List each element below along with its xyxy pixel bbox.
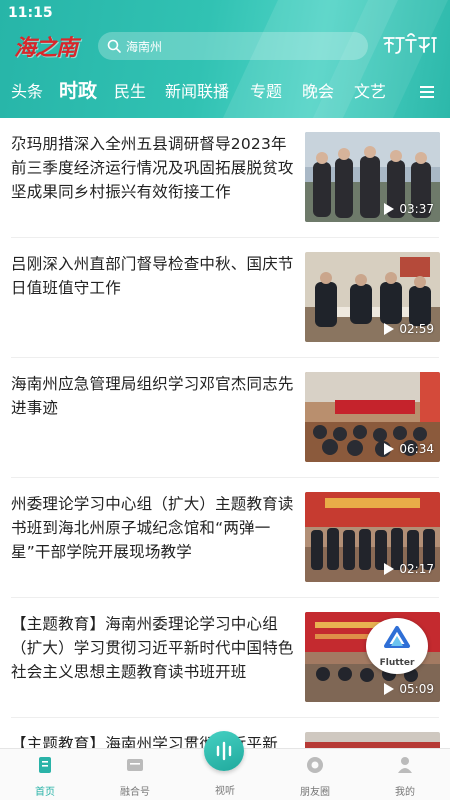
tibetan-language-toggle[interactable]: [382, 30, 438, 58]
friends-icon: [307, 757, 323, 773]
search-bar[interactable]: 海南州: [98, 32, 368, 60]
media-icon: [127, 759, 143, 771]
play-icon: [384, 203, 395, 215]
tab-media[interactable]: 融合号: [105, 755, 165, 798]
status-time: 11:15: [8, 5, 53, 21]
search-icon: [107, 39, 121, 53]
article-thumbnail: 02:17: [305, 492, 440, 582]
tab-special[interactable]: 专题: [250, 78, 282, 102]
video-duration: 06:34: [384, 442, 434, 456]
article-title: 【主题教育】海南州委理论学习中心组（扩大）学习贯彻习近平新时代中国特色社会主义思…: [11, 615, 294, 681]
article-title: 吕刚深入州直部门督导检查中秋、国庆节日值班值守工作: [11, 255, 294, 297]
video-duration: 02:59: [384, 322, 434, 336]
flutter-badge[interactable]: Flutter: [366, 618, 428, 674]
tab-livelihood[interactable]: 民生: [114, 78, 146, 102]
tab-politics[interactable]: 时政: [59, 76, 97, 103]
article-title: 海南州应急管理局组织学习邓官杰同志先进事迹: [11, 375, 294, 417]
channel-tabs: 头条 时政 民生 新闻联播 专题 晚会 文艺: [0, 78, 450, 108]
tab-home[interactable]: 首页: [15, 755, 75, 798]
article-thumbnail: 06:34: [305, 372, 440, 462]
flutter-label: Flutter: [379, 658, 415, 668]
tab-video-label: 视听: [215, 786, 235, 797]
list-item[interactable]: 尕玛朋措深入全州五县调研督导2023年前三季度经济运行情况及巩固拓展脱贫攻坚成果…: [0, 118, 450, 238]
menu-icon[interactable]: [420, 86, 434, 98]
video-duration: 02:17: [384, 562, 434, 576]
video-duration: 05:09: [384, 682, 434, 696]
list-item[interactable]: 州委理论学习中心组（扩大）主题教育读书班到海北州原子城纪念馆和“两弹一星”干部学…: [0, 478, 450, 598]
tab-gala[interactable]: 晚会: [302, 78, 334, 102]
list-item[interactable]: 海南州应急管理局组织学习邓官杰同志先进事迹 06:34: [0, 358, 450, 478]
app-logo[interactable]: 海之南: [14, 30, 84, 61]
flutter-logo-icon: [384, 626, 410, 648]
play-icon: [384, 443, 395, 455]
tab-headlines[interactable]: 头条: [11, 78, 43, 102]
audio-wave-icon: [216, 741, 232, 761]
home-icon: [39, 757, 51, 773]
video-center-button[interactable]: [204, 731, 244, 771]
article-thumbnail: 03:37: [305, 132, 440, 222]
play-icon: [384, 683, 395, 695]
list-item[interactable]: 吕刚深入州直部门督导检查中秋、国庆节日值班值守工作 02:59: [0, 238, 450, 358]
article-title: 州委理论学习中心组（扩大）主题教育读书班到海北州原子城纪念馆和“两弹一星”干部学…: [11, 495, 294, 561]
article-thumbnail: 02:59: [305, 252, 440, 342]
app-header: 11:15 海之南 海南州 头条 时政 民生 新闻联播 专题 晚会 文艺: [0, 0, 450, 118]
play-icon: [384, 323, 395, 335]
profile-icon: [398, 757, 412, 773]
tab-mine[interactable]: 我的: [375, 755, 435, 798]
search-placeholder: 海南州: [126, 39, 163, 54]
tab-friends[interactable]: 朋友圈: [285, 755, 345, 798]
play-icon: [384, 563, 395, 575]
article-title: 尕玛朋措深入全州五县调研督导2023年前三季度经济运行情况及巩固拓展脱贫攻坚成果…: [11, 135, 294, 201]
video-duration: 03:37: [384, 202, 434, 216]
tab-arts[interactable]: 文艺: [354, 78, 386, 102]
tab-news-broadcast[interactable]: 新闻联播: [165, 78, 229, 102]
